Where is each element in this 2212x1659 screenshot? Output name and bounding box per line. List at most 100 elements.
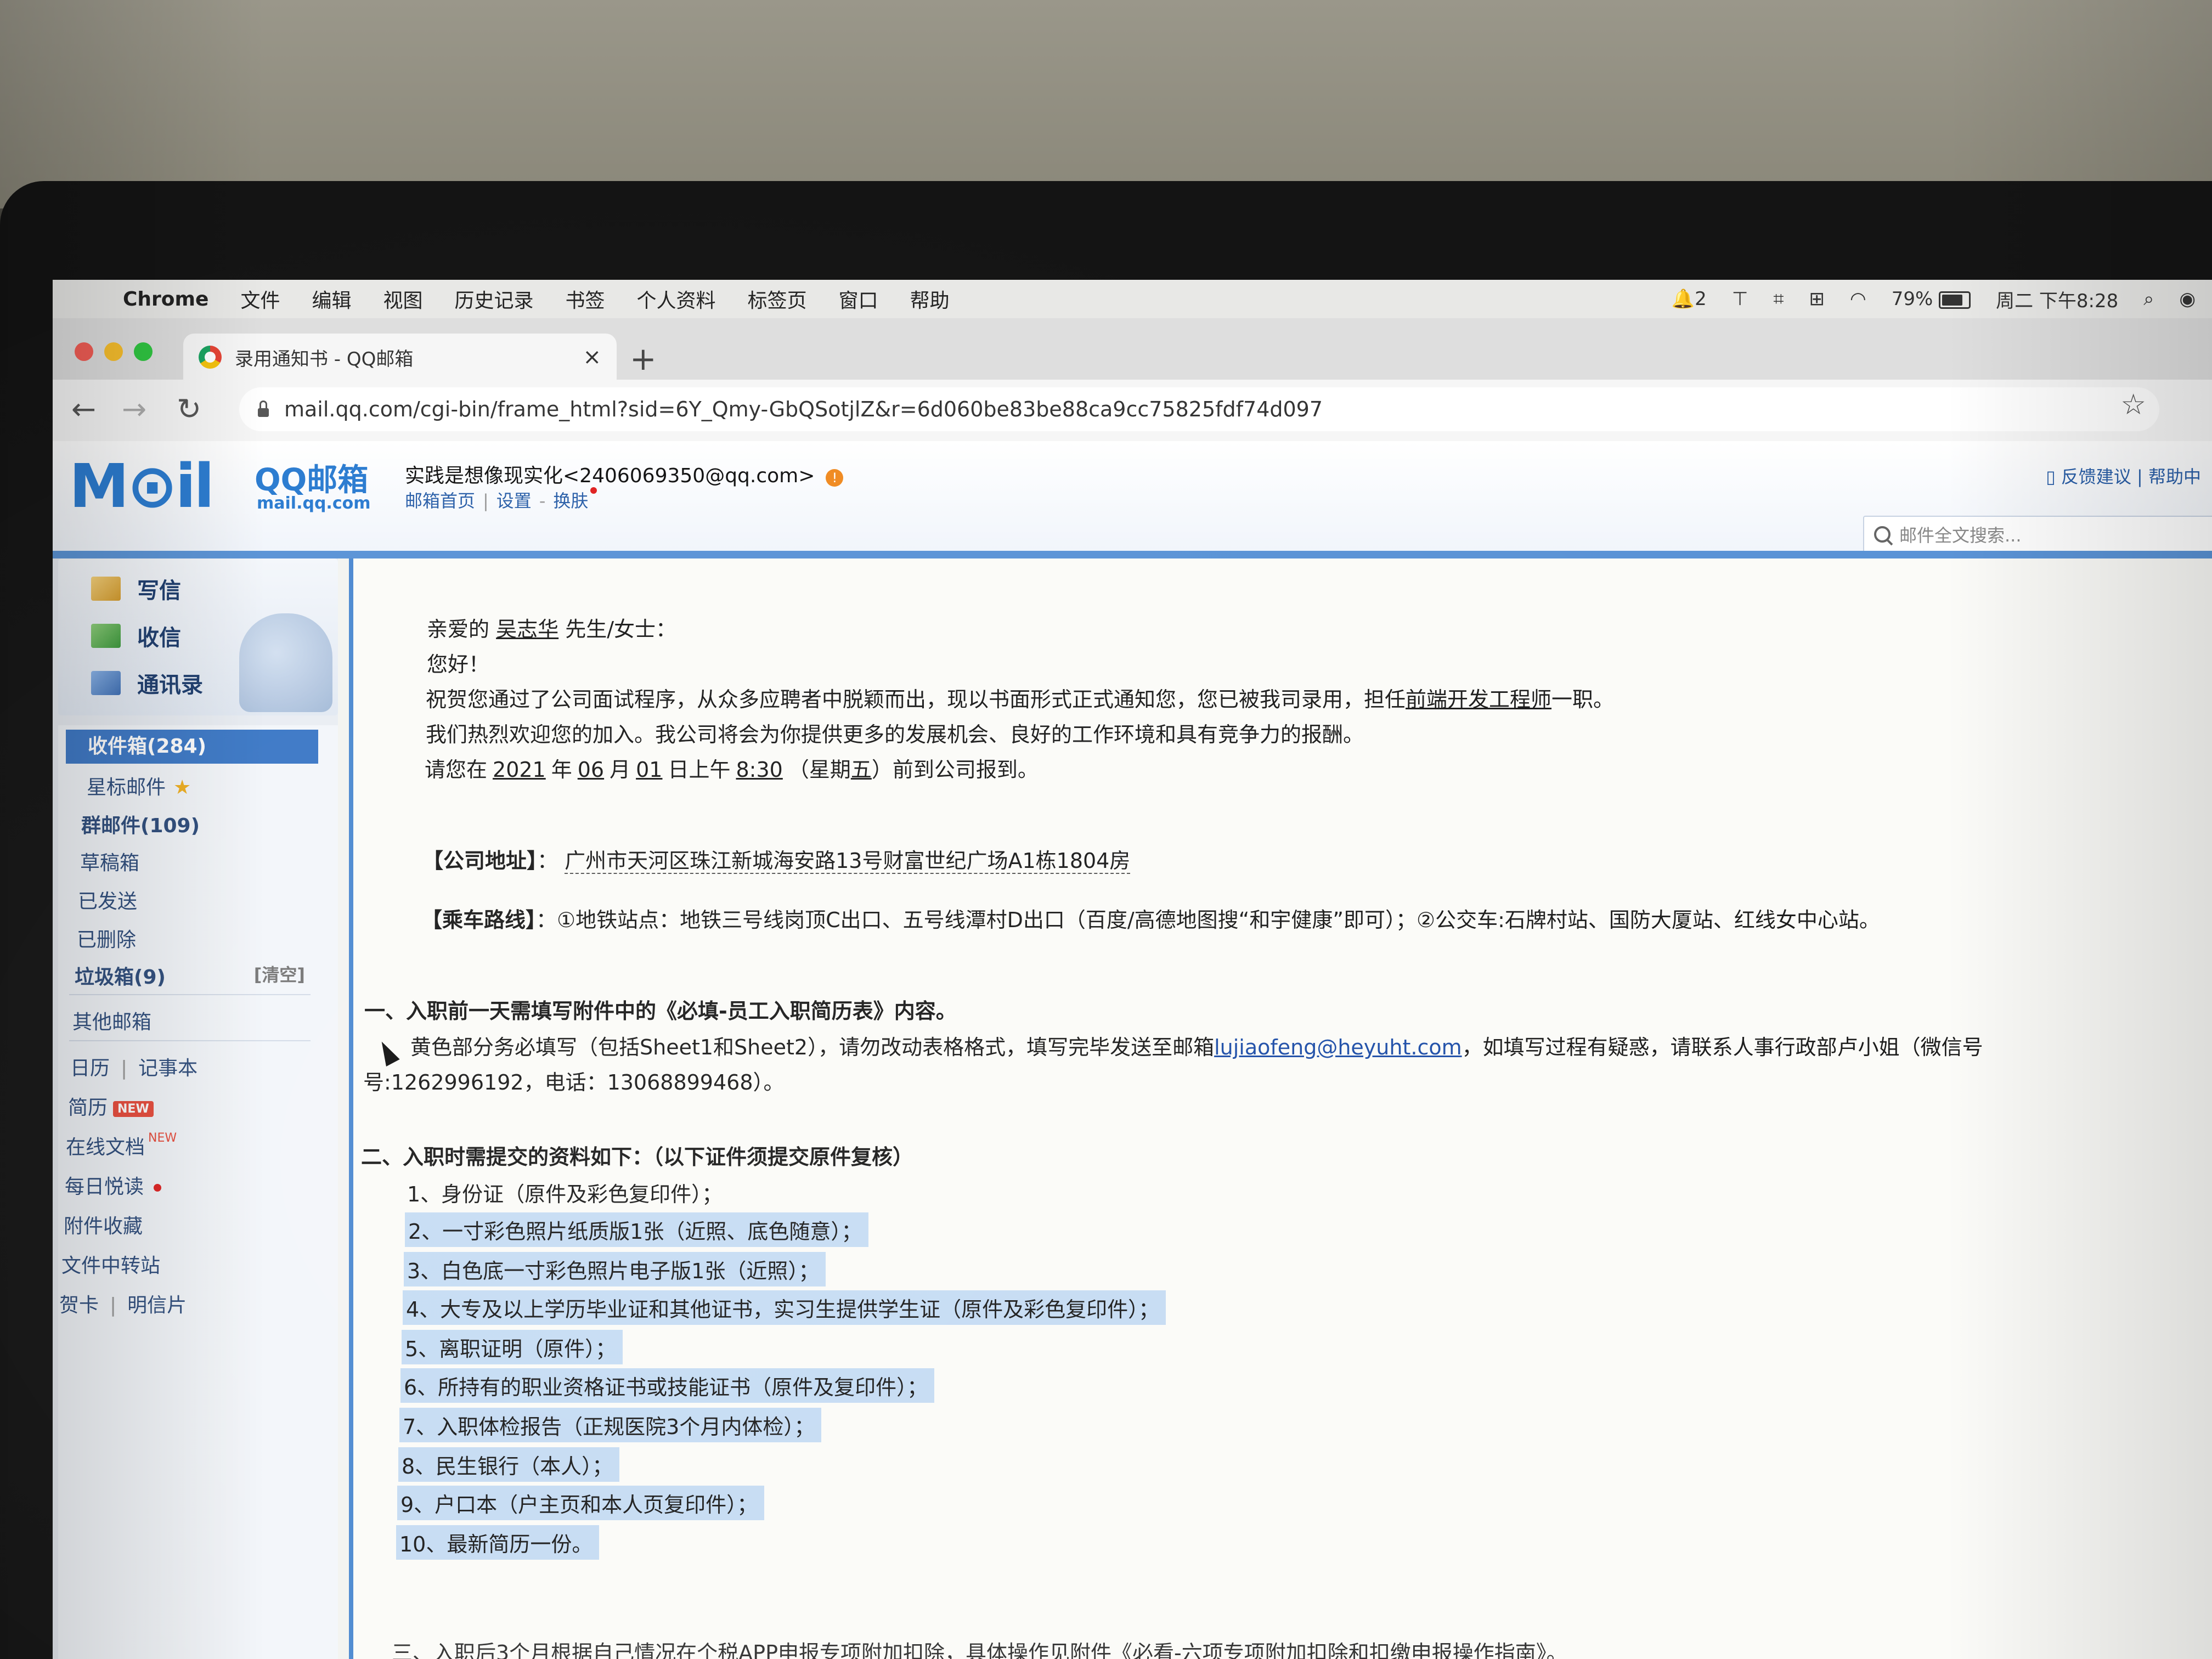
mobile-icon[interactable]: ▯ xyxy=(2046,466,2056,487)
menu-history[interactable]: 历史记录 xyxy=(455,285,534,313)
bell-icon: 🔔 xyxy=(1671,288,1695,310)
siri-icon[interactable]: ◉ xyxy=(2179,288,2196,310)
postcards-link[interactable]: 明信片 xyxy=(127,1294,187,1317)
folder-inbox[interactable]: 收件箱(284) xyxy=(66,730,318,764)
clock[interactable]: 周二 下午8:28 xyxy=(1996,286,2118,313)
new-tab-button[interactable]: + xyxy=(630,340,657,377)
window-maximize-button[interactable] xyxy=(134,342,153,361)
account-info: 实践是想像现实化<2406069350@qq.com>! xyxy=(405,460,844,488)
menu-bookmarks[interactable]: 书签 xyxy=(566,285,605,313)
folder-starred[interactable]: 星标邮件 ★ xyxy=(87,771,191,800)
compose-label: 写信 xyxy=(137,578,181,603)
star-icon: ★ xyxy=(173,776,191,799)
notes-link[interactable]: 记事本 xyxy=(138,1057,198,1080)
hr-email-link[interactable]: lujiaofeng@heyuht.com xyxy=(1214,1035,1462,1059)
account-name[interactable]: 实践是想像现实化<2406069350@qq.com> xyxy=(405,465,815,487)
document-item: 6、所持有的职业资格证书或技能证书（原件及复印件）； xyxy=(400,1368,935,1403)
mailbox-home-link[interactable]: 邮箱首页 xyxy=(405,490,475,511)
top-right-links: ▯ 反馈建议 | 帮助中 xyxy=(2046,463,2201,488)
route-line: 【乘车路线】：①地铁站点：地铁三号线岗顶C出口、五号线潭村D出口（百度/高德地图… xyxy=(421,903,1880,933)
greeting-line: 亲爱的 吴志华 先生/女士： xyxy=(427,612,676,642)
forward-arrow-icon[interactable]: → xyxy=(122,392,146,426)
laptop-screen: Chrome 文件 编辑 视图 历史记录 书签 个人资料 标签页 窗口 帮助 🔔… xyxy=(53,280,2212,1659)
red-dot-icon xyxy=(154,1184,162,1192)
report-suffix: ）前到公司报到。 xyxy=(871,758,1039,782)
input-method-icon[interactable]: ⊞ xyxy=(1809,288,1825,310)
red-dot-icon xyxy=(590,487,597,494)
address-label: 【公司地址】 xyxy=(422,849,538,873)
document-item: 5、离职证明（原件）； xyxy=(402,1330,623,1364)
month-label: 月 xyxy=(610,758,631,782)
logo-domain: mail.qq.com xyxy=(257,494,371,513)
resume-label: 简历 xyxy=(68,1097,108,1119)
report-time: 8:30 xyxy=(736,758,783,782)
notification-status[interactable]: 🔔2 xyxy=(1672,288,1707,310)
calendar-link[interactable]: 日历 xyxy=(70,1057,110,1080)
folder-sent[interactable]: 已发送 xyxy=(78,885,137,914)
back-arrow-icon[interactable]: ← xyxy=(71,392,96,426)
greeting-prefix: 亲爱的 xyxy=(427,617,490,641)
settings-link[interactable]: 设置 xyxy=(496,490,532,511)
warning-icon[interactable]: ! xyxy=(826,469,844,487)
folder-deleted[interactable]: 已删除 xyxy=(77,924,136,952)
contacts-button[interactable]: 通讯录 xyxy=(91,667,203,699)
menu-app-name[interactable]: Chrome xyxy=(123,288,208,311)
job-position: 前端开发工程师 xyxy=(1406,687,1552,712)
receive-button[interactable]: 收信 xyxy=(91,620,181,652)
document-item: 7、入职体检报告（正规医院3个月内体检）； xyxy=(399,1408,822,1442)
menu-window[interactable]: 窗口 xyxy=(839,285,878,313)
window-close-button[interactable] xyxy=(75,342,93,361)
section-1-contact: 号:1262996192，电话：13068899468）。 xyxy=(363,1070,785,1094)
online-docs-link[interactable]: 在线文档 NEW xyxy=(66,1131,177,1160)
folder-drafts[interactable]: 草稿箱 xyxy=(80,847,139,876)
mail-search-box[interactable]: 邮件全文搜索... xyxy=(1863,516,2212,553)
divider xyxy=(69,1040,311,1041)
document-item: 10、最新简历一份。 xyxy=(396,1525,600,1560)
reload-icon[interactable]: ↻ xyxy=(177,392,201,426)
pin-icon[interactable]: ⊤ xyxy=(1732,288,1748,310)
crop-icon[interactable]: ⌗ xyxy=(1773,288,1784,310)
greeting-cards-link[interactable]: 贺卡 xyxy=(59,1294,99,1317)
battery-status[interactable]: 79% xyxy=(1892,288,1971,310)
instructions-suffix: ，如填写过程有疑惑，请联系人事行政部卢小姐（微信号 xyxy=(1462,1035,1983,1059)
search-input[interactable]: 邮件全文搜索... xyxy=(1899,522,2022,547)
folder-other-mailboxes[interactable]: 其他邮箱 xyxy=(72,1006,151,1035)
daily-reading-link[interactable]: 每日悦读 xyxy=(65,1171,162,1199)
file-transfer-link[interactable]: 文件中转站 xyxy=(61,1250,160,1278)
menu-view[interactable]: 视图 xyxy=(383,285,423,313)
sidebar: 写信 收信 通讯录 收件箱(284) 星标邮件 ★ 群邮件(109) 草稿箱 已发… xyxy=(53,558,338,1659)
qq-mail-header: M⊙il QQ邮箱 mail.qq.com 实践是想像现实化<240606935… xyxy=(53,441,2212,553)
folder-trash[interactable]: 垃圾箱(9) [清空] xyxy=(75,961,321,990)
notification-count: 2 xyxy=(1695,288,1707,310)
tab-close-icon[interactable]: × xyxy=(583,345,601,370)
wifi-icon[interactable]: ◠ xyxy=(1850,288,1866,310)
window-minimize-button[interactable] xyxy=(104,342,123,361)
lock-icon[interactable] xyxy=(258,400,269,417)
attachments-link[interactable]: 附件收藏 xyxy=(64,1210,143,1239)
menu-help[interactable]: 帮助 xyxy=(910,285,950,313)
separator: - xyxy=(539,490,546,511)
logo-product-name[interactable]: QQ邮箱 xyxy=(255,455,368,500)
resume-link[interactable]: 简历 NEW xyxy=(68,1092,154,1120)
menu-edit[interactable]: 编辑 xyxy=(312,285,351,313)
section-1-instructions: 黄色部分务必填写（包括Sheet1和Sheet2），请勿改动表格格式，填写完毕发… xyxy=(410,1030,1983,1060)
menu-profiles[interactable]: 个人资料 xyxy=(637,285,716,313)
browser-toolbar: ← → ↻ mail.qq.com/cgi-bin/frame_html?sid… xyxy=(53,380,2212,442)
offer-paragraph: 祝贺您通过了公司面试程序，从众多应聘者中脱颖而出，现以书面形式正式通知您，您已被… xyxy=(426,682,1614,713)
bookmark-star-icon[interactable]: ☆ xyxy=(2120,388,2146,421)
menu-file[interactable]: 文件 xyxy=(240,285,280,313)
browser-tab-active[interactable]: 录用通知书 - QQ邮箱 × xyxy=(183,334,617,381)
spotlight-icon[interactable]: ⌕ xyxy=(2143,288,2154,310)
menu-tabs[interactable]: 标签页 xyxy=(748,285,807,313)
folder-group[interactable]: 群邮件(109) xyxy=(81,810,200,838)
separator: | xyxy=(110,1294,117,1317)
clear-trash-link[interactable]: [清空] xyxy=(254,961,305,986)
report-day: 01 xyxy=(636,758,663,782)
qq-mail-logo[interactable]: M⊙il xyxy=(69,451,215,521)
feedback-help-links[interactable]: 反馈建议 | 帮助中 xyxy=(2061,466,2201,487)
compose-button[interactable]: 写信 xyxy=(91,573,181,605)
document-item: 4、大专及以上学历毕业证和其他证书，实习生提供学生证（原件及彩色复印件）； xyxy=(403,1290,1166,1325)
change-skin-link[interactable]: 换肤 xyxy=(553,490,588,511)
url-text[interactable]: mail.qq.com/cgi-bin/frame_html?sid=6Y_Qm… xyxy=(284,397,1323,421)
address-bar[interactable]: mail.qq.com/cgi-bin/frame_html?sid=6Y_Qm… xyxy=(239,387,2159,431)
